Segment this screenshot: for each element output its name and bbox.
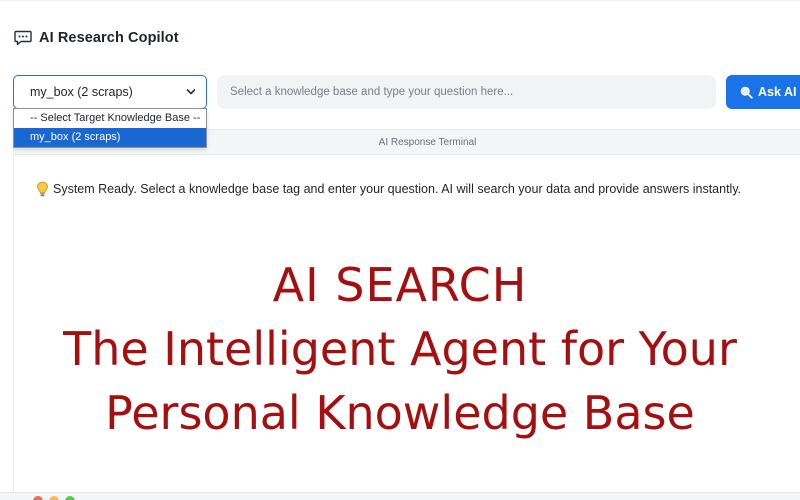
maximize-dot-icon: [65, 496, 75, 500]
knowledge-base-selected-value: my_box (2 scraps): [30, 85, 133, 99]
app-page: AI Research Copilot my_box (2 scraps) As…: [0, 0, 800, 500]
dropdown-option-placeholder[interactable]: -- Select Target Knowledge Base --: [14, 109, 206, 128]
chat-bubble-icon: [14, 29, 32, 47]
dropdown-option-my-box[interactable]: my_box (2 scraps): [14, 128, 206, 147]
minimize-dot-icon: [49, 496, 59, 500]
ask-ai-button[interactable]: Ask AI: [726, 75, 800, 109]
top-divider: [0, 0, 800, 1]
status-message: System Ready. Select a knowledge base ta…: [36, 181, 741, 197]
app-header: AI Research Copilot: [14, 26, 179, 50]
headline-line-3: Personal Knowledge Base: [105, 386, 695, 440]
search-icon: [740, 86, 753, 99]
headline-line-1: AI SEARCH: [272, 258, 528, 312]
status-text: System Ready. Select a knowledge base ta…: [53, 182, 742, 196]
knowledge-base-select[interactable]: my_box (2 scraps): [13, 75, 207, 109]
terminal-title: AI Response Terminal: [378, 136, 477, 148]
app-title: AI Research Copilot: [39, 30, 179, 46]
question-input[interactable]: [217, 75, 716, 109]
chevron-down-icon: [186, 87, 196, 97]
lightbulb-icon: [36, 181, 49, 197]
close-dot-icon: [33, 496, 43, 500]
ask-ai-label: Ask AI: [758, 85, 797, 99]
knowledge-base-dropdown-list: -- Select Target Knowledge Base -- my_bo…: [13, 108, 207, 148]
headline-line-2: The Intelligent Agent for Your: [63, 322, 737, 376]
bottom-window-strip: [0, 492, 800, 500]
